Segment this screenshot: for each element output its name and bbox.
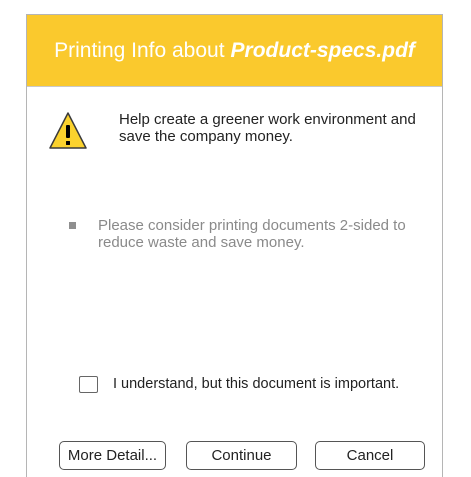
dialog-title-prefix: Printing Info about	[54, 38, 225, 62]
dialog-title-filename: Product-specs.pdf	[230, 38, 415, 62]
dialog-message: Help create a greener work environment a…	[119, 111, 416, 145]
more-detail-button[interactable]: More Detail...	[59, 441, 166, 470]
bullet-icon	[69, 222, 76, 229]
cancel-button[interactable]: Cancel	[315, 441, 425, 470]
dialog-title-bar: Printing Info about Product-specs.pdf	[27, 15, 442, 87]
warning-icon	[49, 112, 87, 149]
print-info-dialog: Printing Info about Product-specs.pdf He…	[26, 14, 443, 477]
print-tip-text: Please consider printing documents 2-sid…	[98, 217, 406, 251]
acknowledge-row[interactable]: I understand, but this document is impor…	[79, 374, 399, 394]
acknowledge-checkbox[interactable]	[79, 375, 98, 393]
acknowledge-label[interactable]: I understand, but this document is impor…	[113, 376, 399, 392]
continue-button[interactable]: Continue	[186, 441, 297, 470]
